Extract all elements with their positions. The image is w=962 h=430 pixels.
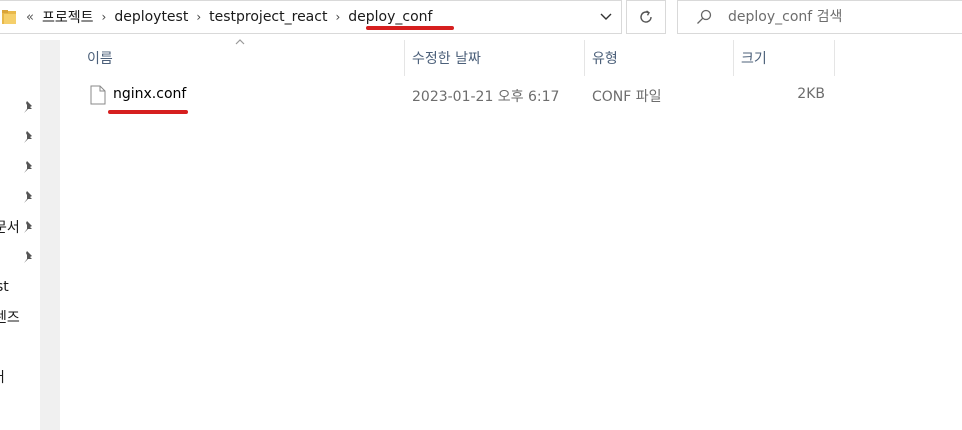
breadcrumb-overflow-button[interactable]: « <box>26 10 34 25</box>
column-header-type[interactable]: 유형 <box>592 40 618 76</box>
pin-icon[interactable] <box>22 190 36 204</box>
nav-item-test[interactable]: st <box>0 279 9 295</box>
sort-up-icon <box>235 37 245 48</box>
column-header-size[interactable]: 크기 <box>741 40 767 76</box>
column-divider[interactable] <box>404 40 405 76</box>
toolbar: « 프로젝트 › deploytest › testproject_react … <box>0 0 962 36</box>
column-divider[interactable] <box>834 40 835 76</box>
column-divider[interactable] <box>584 40 585 76</box>
search-icon <box>697 9 712 24</box>
column-header-date[interactable]: 수정한 날짜 <box>412 40 481 76</box>
annotation-underline-filename <box>108 110 188 114</box>
address-bar[interactable]: « 프로젝트 › deploytest › testproject_react … <box>0 0 622 34</box>
pin-icon[interactable] <box>22 100 36 114</box>
nav-item-lens[interactable]: 렌즈 <box>0 307 20 327</box>
file-name[interactable]: nginx.conf <box>113 86 186 102</box>
file-size: 2KB <box>797 86 825 102</box>
column-header-row: 이름 수정한 날짜 유형 크기 <box>60 37 962 76</box>
refresh-button[interactable] <box>626 0 666 34</box>
annotation-underline-breadcrumb <box>366 26 454 30</box>
breadcrumb-item-projects[interactable]: 프로젝트 <box>42 7 94 27</box>
search-box[interactable] <box>677 0 962 34</box>
file-row[interactable]: nginx.conf 2023-01-21 오후 6:17 CONF 파일 2K… <box>60 80 960 112</box>
pin-icon[interactable] <box>22 220 36 234</box>
chevron-right-icon[interactable]: › <box>196 10 201 24</box>
chevron-down-icon <box>600 13 612 20</box>
breadcrumb-item-testproject-react[interactable]: testproject_react <box>209 9 327 25</box>
folder-icon <box>2 10 16 24</box>
column-divider[interactable] <box>733 40 734 76</box>
chevron-right-icon[interactable]: › <box>335 10 340 24</box>
file-icon <box>90 85 106 105</box>
column-header-name[interactable]: 이름 <box>87 40 113 76</box>
breadcrumb-item-deploytest[interactable]: deploytest <box>114 9 188 25</box>
file-modified: 2023-01-21 오후 6:17 <box>412 89 560 105</box>
nav-item-misc[interactable]: 버 <box>0 367 5 387</box>
file-type: CONF 파일 <box>592 89 662 105</box>
chevron-right-icon[interactable]: › <box>102 10 107 24</box>
pin-icon[interactable] <box>22 160 36 174</box>
nav-scrollbar[interactable] <box>40 40 60 430</box>
nav-item-documents[interactable]: 문서 <box>0 217 20 237</box>
pin-icon[interactable] <box>22 250 36 264</box>
breadcrumb-item-deploy-conf[interactable]: deploy_conf <box>348 9 432 25</box>
pin-icon[interactable] <box>22 130 36 144</box>
address-history-dropdown[interactable] <box>592 1 620 33</box>
search-input[interactable] <box>728 7 948 27</box>
navigation-pane: 문서 st 렌즈 버 <box>0 36 40 430</box>
refresh-icon <box>640 10 652 23</box>
